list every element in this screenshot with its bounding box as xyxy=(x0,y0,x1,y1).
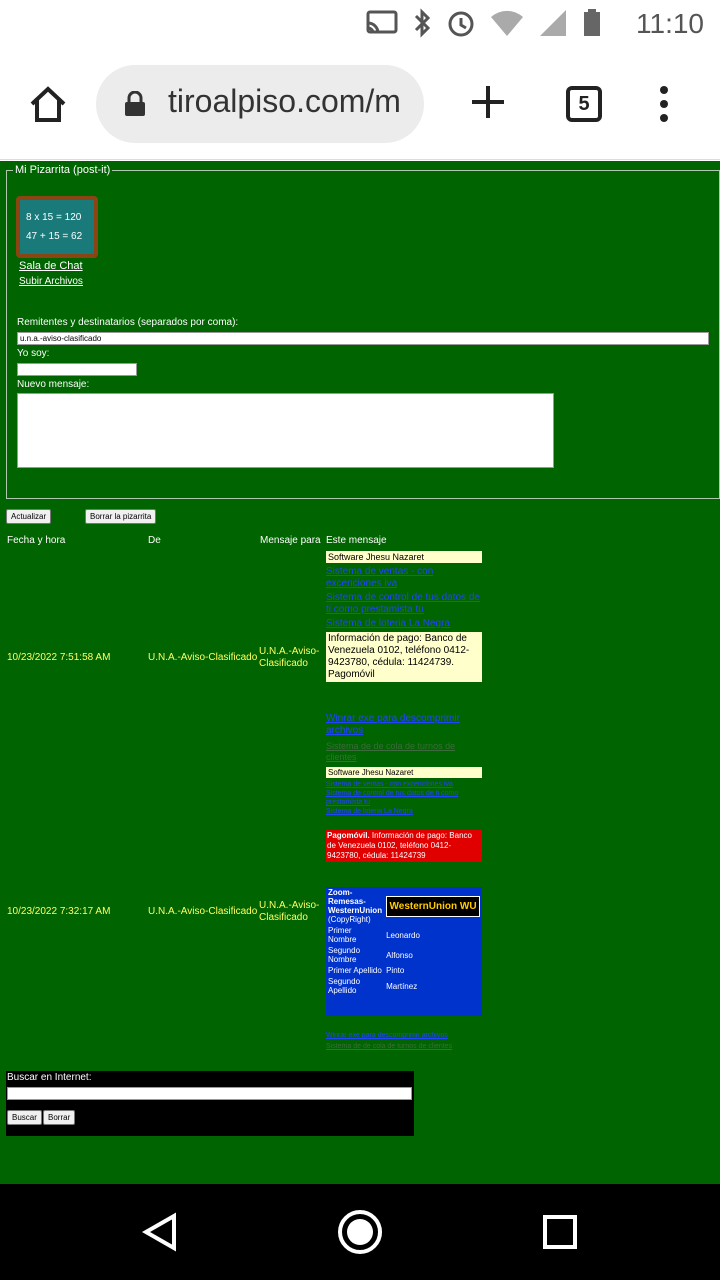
navigation-bar xyxy=(0,1184,720,1280)
msg2-link-turnos-2[interactable]: Sistema de de cola de turnos de clientes xyxy=(326,1042,482,1051)
row2-to: U.N.A.-Aviso-Clasificado xyxy=(259,900,320,923)
msg2-link-winrar-2[interactable]: Winrar exe para descomprimir archivos xyxy=(326,1031,482,1040)
page-content: Mi Pizarrita (post-it) 8 x 15 = 120 47 +… xyxy=(0,161,720,1184)
new-tab-icon[interactable] xyxy=(470,84,506,120)
header-de: De xyxy=(148,535,161,546)
buscar-button[interactable]: Buscar xyxy=(7,1110,42,1125)
url-text: tiroalpiso.com/m xyxy=(168,83,401,119)
tab-switcher-button[interactable]: 5 xyxy=(566,86,602,122)
msg2-title: Software Jhesu Nazaret xyxy=(326,767,482,778)
wu-value-primer-nombre: Leonardo xyxy=(386,930,420,940)
row2-message: Winrar exe para descomprimir archivos Si… xyxy=(326,713,482,862)
header-mensaje: Este mensaje xyxy=(326,535,387,546)
lock-icon xyxy=(125,91,145,116)
yo-soy-label: Yo soy: xyxy=(17,348,50,359)
row2-from: U.N.A.-Aviso-Clasificado xyxy=(148,906,258,917)
alarm-icon xyxy=(448,11,474,37)
wu-value-segundo-apellido: Martínez xyxy=(386,981,418,991)
row1-date: 10/23/2022 7:51:58 AM xyxy=(7,652,111,663)
recipients-label: Remitentes y destinatarios (separados po… xyxy=(17,317,239,328)
header-fecha: Fecha y hora xyxy=(7,535,66,546)
nuevo-mensaje-label: Nuevo mensaje: xyxy=(17,379,90,390)
msg2-link-winrar[interactable]: Winrar exe para descomprimir archivos xyxy=(326,713,482,737)
blackboard-logo: 8 x 15 = 120 47 + 15 = 62 xyxy=(16,196,98,258)
address-bar[interactable]: tiroalpiso.com/m xyxy=(96,65,424,143)
msg2-link-ventas[interactable]: Sistema de ventas - con excenciones iva xyxy=(326,780,482,789)
msg1-link-loteria[interactable]: Sistema de loteria La Negra xyxy=(326,618,482,630)
wifi-icon xyxy=(491,10,523,37)
wu-label-segundo-apellido: Segundo Apellido xyxy=(328,977,361,995)
wu-label-segundo-nombre: Segundo Nombre xyxy=(328,946,361,964)
browser-toolbar: tiroalpiso.com/m 5 xyxy=(0,48,720,160)
bluetooth-icon xyxy=(414,8,431,38)
status-bar: 11:10 xyxy=(0,0,720,48)
header-para: Mensaje para xyxy=(260,535,321,546)
western-union-logo: WesternUnion WU xyxy=(386,895,480,917)
search-input[interactable] xyxy=(7,1087,412,1100)
home-nav-icon[interactable] xyxy=(336,1208,384,1256)
upload-link[interactable]: Subir Archivos xyxy=(19,276,83,287)
row2-date: 10/23/2022 7:32:17 AM xyxy=(7,906,111,917)
recents-icon[interactable] xyxy=(542,1214,578,1250)
internet-search-box: Buscar en Internet: Buscar Borrar xyxy=(6,1071,414,1136)
wu-value-primer-apellido: Pinto xyxy=(386,966,405,975)
msg1-link-ventas[interactable]: Sistema de ventas - con excenciones iva xyxy=(326,566,482,590)
msg1-link-control[interactable]: Sistema de control de tus datos de ti co… xyxy=(326,592,482,616)
msg2-link-control[interactable]: Sistema de control de tus datos de ti co… xyxy=(326,789,482,807)
row1-message: Software Jhesu Nazaret Sistema de ventas… xyxy=(326,551,482,682)
chat-link[interactable]: Sala de Chat xyxy=(19,260,83,272)
overflow-menu-icon[interactable] xyxy=(660,86,668,128)
borrar-pizarrita-button[interactable]: Borrar la pizarrita xyxy=(85,509,157,524)
actualizar-button[interactable]: Actualizar xyxy=(6,509,52,524)
msg2-link-turnos[interactable]: Sistema de de cola de turnos de clientes xyxy=(326,741,482,763)
home-icon[interactable] xyxy=(28,84,68,124)
battery-icon xyxy=(584,9,600,36)
wu-title: Zoom-Remesas-WesternUnion xyxy=(328,888,383,915)
pizarrita-legend: Mi Pizarrita (post-it) xyxy=(15,164,111,176)
signal-icon xyxy=(540,10,566,36)
status-icons xyxy=(366,8,602,38)
search-label: Buscar en Internet: xyxy=(7,1072,92,1083)
western-union-box: Zoom-Remesas-WesternUnion (CopyRight) Wes… xyxy=(326,887,482,1016)
msg2-link-loteria[interactable]: Sistema de loteria La Negra xyxy=(326,807,482,816)
row1-from: U.N.A.-Aviso-Clasificado xyxy=(148,652,258,663)
wu-label-primer-apellido: Primer Apellido xyxy=(328,966,382,975)
recipients-input[interactable]: u.n.a.-aviso-clasificado xyxy=(17,332,709,345)
row2-footer-links: Winrar exe para descomprimir archivos Si… xyxy=(326,1031,482,1051)
back-icon[interactable] xyxy=(140,1212,180,1252)
clock: 11:10 xyxy=(636,8,704,39)
row1-to: U.N.A.-Aviso-Clasificado xyxy=(259,646,320,669)
wu-copyright: (CopyRight) xyxy=(328,915,371,924)
yo-soy-input[interactable] xyxy=(17,363,137,376)
wu-value-segundo-nombre: Alfonso xyxy=(386,950,413,960)
msg1-title: Software Jhesu Nazaret xyxy=(326,551,482,563)
msg2-pagomovil: Pagomóvil. Información de pago: Banco de… xyxy=(326,830,482,862)
nuevo-mensaje-textarea[interactable] xyxy=(17,393,554,468)
cast-icon xyxy=(366,10,398,34)
borrar-search-button[interactable]: Borrar xyxy=(43,1110,76,1125)
msg1-payment: Información de pago: Banco de Venezuela … xyxy=(326,632,482,682)
wu-label-primer-nombre: Primer Nombre xyxy=(328,926,357,944)
